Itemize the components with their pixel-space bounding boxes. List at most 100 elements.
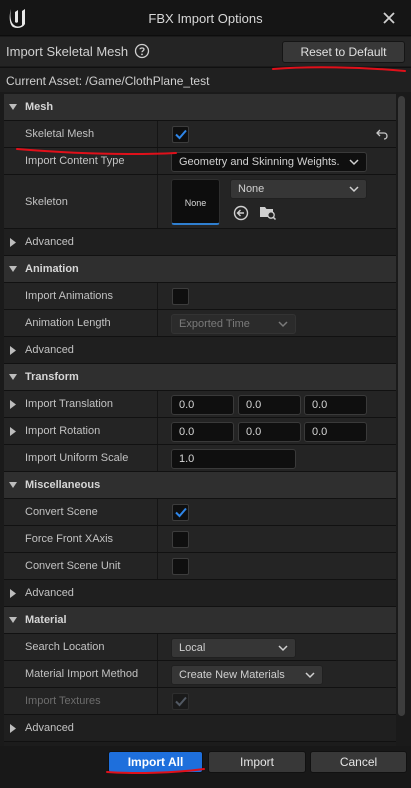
material-import-method-value: Create New Materials (179, 669, 285, 681)
category-title: Transform (25, 371, 79, 383)
row-convert-scene: Convert Scene (4, 499, 396, 526)
row-import-translation: Import Translation 0.0 0.0 0.0 (4, 391, 396, 418)
convert-scene-checkbox[interactable] (172, 504, 189, 521)
import-textures-checkbox (172, 693, 189, 710)
category-transform[interactable]: Transform (4, 364, 396, 391)
convert-scene-unit-checkbox[interactable] (172, 558, 189, 575)
annotation-underline-import-all (106, 768, 205, 774)
skeleton-value: None (238, 183, 265, 195)
expanded-arrow-icon (9, 265, 17, 273)
row-skeletal-mesh: Skeletal Mesh (4, 121, 396, 148)
use-selected-asset-icon[interactable] (233, 205, 249, 221)
rotation-y-field[interactable]: 0.0 (238, 422, 301, 442)
collapsed-arrow-icon[interactable] (9, 427, 17, 436)
material-import-method-label: Material Import Method (25, 668, 139, 680)
annotation-underline-skeletal-mesh (16, 148, 177, 156)
close-icon[interactable] (381, 10, 397, 26)
import-animations-label: Import Animations (25, 290, 114, 302)
window-title: FBX Import Options (148, 11, 263, 26)
collapsed-arrow-icon (9, 238, 17, 247)
scrollbar-thumb[interactable] (398, 96, 405, 716)
row-animation-length: Animation Length Exported Time (4, 310, 396, 337)
chevron-down-icon (278, 321, 288, 328)
category-animation[interactable]: Animation (4, 256, 396, 283)
rotation-x-field[interactable]: 0.0 (171, 422, 234, 442)
row-skeleton: Skeleton None None (4, 175, 396, 229)
row-import-animations: Import Animations (4, 283, 396, 310)
convert-scene-label: Convert Scene (25, 506, 98, 518)
header-bar: Import Skeletal Mesh Reset to Default (0, 37, 411, 66)
checkmark-icon (175, 696, 187, 707)
chevron-down-icon (349, 186, 359, 193)
expanded-arrow-icon (9, 103, 17, 111)
expanded-arrow-icon (9, 481, 17, 489)
convert-scene-unit-label: Convert Scene Unit (25, 560, 121, 572)
skeletal-mesh-label: Skeletal Mesh (25, 128, 95, 140)
details-panel: Mesh Skeletal Mesh Import Content Type G… (4, 94, 396, 746)
translation-z-field[interactable]: 0.0 (304, 395, 367, 415)
row-animation-advanced[interactable]: Advanced (4, 337, 396, 364)
advanced-label: Advanced (25, 344, 74, 356)
browse-folder-icon[interactable] (259, 204, 277, 221)
current-asset-label: Current Asset: /Game/ClothPlane_test (6, 74, 210, 88)
animation-length-dropdown[interactable]: Exported Time (171, 314, 296, 334)
row-material-advanced[interactable]: Advanced (4, 715, 396, 742)
category-mesh[interactable]: Mesh (4, 94, 396, 121)
category-miscellaneous[interactable]: Miscellaneous (4, 472, 396, 499)
animation-length-label: Animation Length (25, 317, 111, 329)
cancel-button[interactable]: Cancel (310, 751, 407, 773)
category-title: Animation (25, 263, 79, 275)
expanded-arrow-icon (9, 616, 17, 624)
import-animations-checkbox[interactable] (172, 288, 189, 305)
category-title: Mesh (25, 101, 54, 113)
import-content-type-value: Geometry and Skinning Weights. (179, 156, 340, 168)
import-rotation-label: Import Rotation (25, 425, 101, 437)
reset-to-default-button[interactable]: Reset to Default (282, 41, 405, 63)
uniform-scale-field[interactable]: 1.0 (171, 449, 296, 469)
row-search-location: Search Location Local (4, 634, 396, 661)
category-title: Material (25, 614, 67, 626)
row-mesh-advanced[interactable]: Advanced (4, 229, 396, 256)
category-material[interactable]: Material (4, 607, 396, 634)
rotation-z-field[interactable]: 0.0 (304, 422, 367, 442)
category-title: Miscellaneous (25, 479, 101, 491)
reset-to-default-arrow-icon[interactable] (376, 129, 388, 140)
annotation-underline-reset (272, 66, 406, 72)
collapsed-arrow-icon (9, 346, 17, 355)
import-translation-label: Import Translation (25, 398, 114, 410)
skeletal-mesh-checkbox[interactable] (172, 126, 189, 143)
checkmark-icon (175, 507, 187, 518)
skeleton-label: Skeleton (25, 196, 68, 208)
collapsed-arrow-icon[interactable] (9, 400, 17, 409)
import-textures-label: Import Textures (25, 695, 101, 707)
skeleton-thumbnail[interactable]: None (171, 179, 220, 225)
row-convert-scene-unit: Convert Scene Unit (4, 553, 396, 580)
translation-y-field[interactable]: 0.0 (238, 395, 301, 415)
collapsed-arrow-icon (9, 724, 17, 733)
row-material-import-method: Material Import Method Create New Materi… (4, 661, 396, 688)
collapsed-arrow-icon (9, 589, 17, 598)
import-button[interactable]: Import (208, 751, 306, 773)
search-location-dropdown[interactable]: Local (171, 638, 296, 658)
skeleton-asset-dropdown[interactable]: None (230, 179, 367, 199)
row-misc-advanced[interactable]: Advanced (4, 580, 396, 607)
import-content-type-dropdown[interactable]: Geometry and Skinning Weights. (171, 152, 367, 172)
row-import-textures: Import Textures (4, 688, 396, 715)
row-import-rotation: Import Rotation 0.0 0.0 0.0 (4, 418, 396, 445)
material-import-method-dropdown[interactable]: Create New Materials (171, 665, 323, 685)
translation-x-field[interactable]: 0.0 (171, 395, 234, 415)
search-location-value: Local (179, 642, 206, 654)
expanded-arrow-icon (9, 373, 17, 381)
force-front-xaxis-checkbox[interactable] (172, 531, 189, 548)
help-circle-icon[interactable] (134, 43, 150, 59)
checkmark-icon (175, 129, 187, 140)
advanced-label: Advanced (25, 236, 74, 248)
advanced-label: Advanced (25, 722, 74, 734)
row-import-uniform-scale: Import Uniform Scale 1.0 (4, 445, 396, 472)
title-bar: FBX Import Options (0, 0, 411, 36)
advanced-label: Advanced (25, 587, 74, 599)
chevron-down-icon (278, 645, 288, 652)
import-skeletal-mesh-title: Import Skeletal Mesh (6, 44, 129, 59)
search-location-label: Search Location (25, 641, 105, 653)
force-front-xaxis-label: Force Front XAxis (25, 533, 114, 545)
